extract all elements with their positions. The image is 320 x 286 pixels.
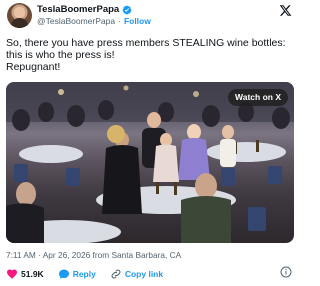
- reply-label: Reply: [72, 269, 96, 279]
- follow-button[interactable]: Follow: [124, 16, 151, 26]
- tweet-timestamp[interactable]: 7:11 AM · Apr 26, 2026 from Santa Barbar…: [6, 250, 181, 260]
- info-icon[interactable]: [280, 266, 292, 278]
- author-display-name[interactable]: TeslaBoomerPapa: [37, 4, 119, 15]
- avatar[interactable]: [7, 3, 32, 28]
- heart-icon: [7, 269, 17, 279]
- x-logo-icon[interactable]: [279, 4, 292, 17]
- tweet-text-line: So, there you have press members STEALIN…: [6, 37, 286, 49]
- author-name-row: TeslaBoomerPapa: [37, 4, 132, 15]
- verified-badge-icon: [122, 5, 132, 14]
- tweet-actions: 51.9K Reply Copy link: [6, 268, 286, 280]
- tweet-text: So, there you have press members STEALIN…: [6, 37, 296, 73]
- tweet-text-line: this is who the press is!: [6, 49, 115, 61]
- reply-icon: [58, 269, 69, 279]
- author-handle-row: @TeslaBoomerPapa · Follow: [37, 16, 151, 26]
- video-thumbnail[interactable]: Watch on X: [6, 82, 294, 243]
- separator-dot: ·: [118, 16, 121, 26]
- video-frame-image: [6, 82, 294, 243]
- like-count: 51.9K: [21, 269, 44, 279]
- tweet-text-line: Repugnant!: [6, 61, 61, 73]
- tweet-card: TeslaBoomerPapa @TeslaBoomerPapa · Follo…: [0, 0, 300, 286]
- watch-on-x-button[interactable]: Watch on X: [228, 89, 288, 106]
- like-button[interactable]: 51.9K: [6, 268, 44, 280]
- author-handle[interactable]: @TeslaBoomerPapa: [37, 16, 115, 26]
- copy-link-label: Copy link: [124, 269, 164, 279]
- reply-button[interactable]: Reply: [58, 268, 96, 280]
- copy-link-button[interactable]: Copy link: [110, 268, 163, 280]
- link-icon: [111, 269, 121, 279]
